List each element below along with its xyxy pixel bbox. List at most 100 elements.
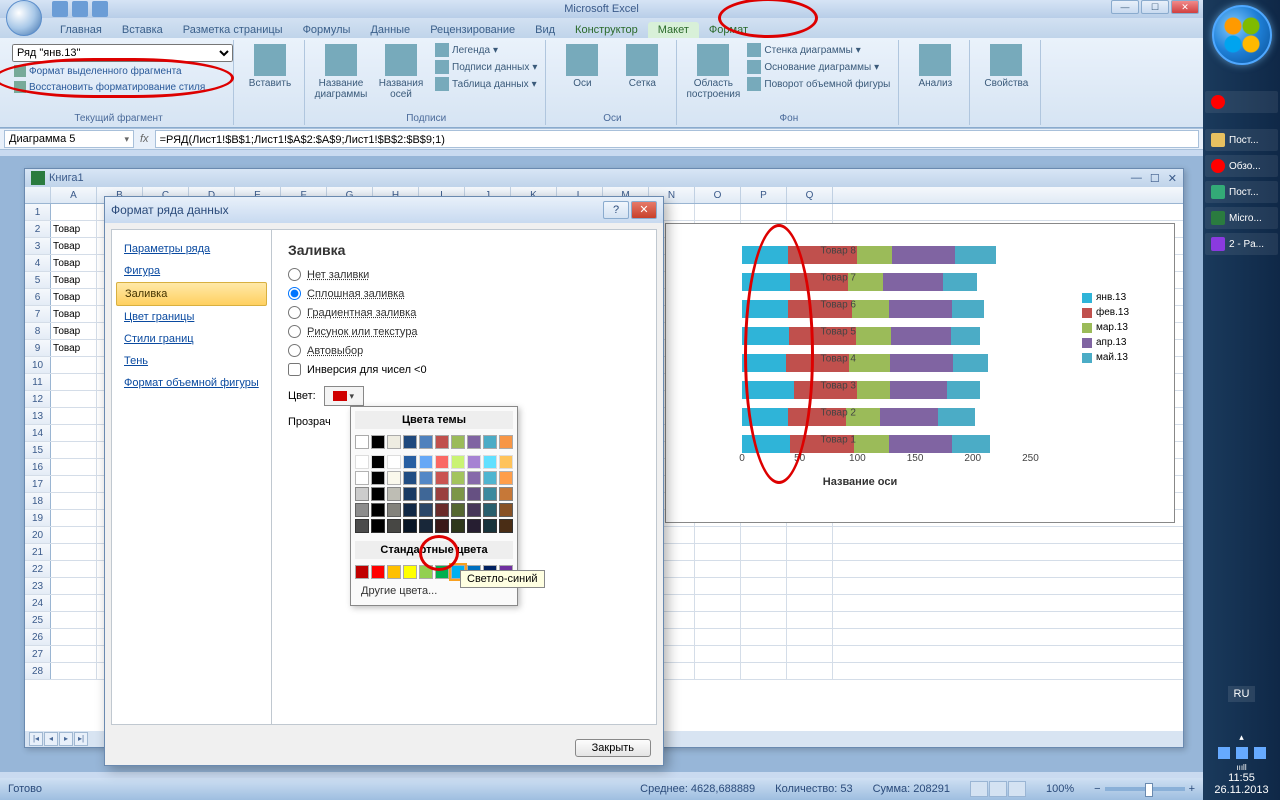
- color-swatch[interactable]: [419, 455, 433, 469]
- tab-insert[interactable]: Вставка: [112, 22, 173, 38]
- color-swatch[interactable]: [387, 471, 401, 485]
- zoom-slider[interactable]: [1105, 787, 1185, 791]
- color-swatch[interactable]: [403, 435, 417, 449]
- color-swatch[interactable]: [387, 519, 401, 533]
- color-swatch[interactable]: [355, 565, 369, 579]
- analysis-button[interactable]: Анализ: [907, 42, 963, 91]
- cell[interactable]: [787, 204, 833, 220]
- column-header[interactable]: A: [51, 187, 97, 203]
- cell[interactable]: Товар: [51, 272, 97, 288]
- bar-segment[interactable]: [857, 246, 892, 264]
- cell[interactable]: [51, 646, 97, 662]
- color-swatch[interactable]: [467, 435, 481, 449]
- tab-chart-layout[interactable]: Макет: [648, 22, 699, 38]
- row-header[interactable]: 10: [25, 357, 51, 373]
- color-swatch[interactable]: [483, 519, 497, 533]
- row-header[interactable]: 23: [25, 578, 51, 594]
- row-header[interactable]: 15: [25, 442, 51, 458]
- color-swatch[interactable]: [435, 487, 449, 501]
- color-swatch[interactable]: [467, 455, 481, 469]
- bar-segment[interactable]: [742, 300, 788, 318]
- cell[interactable]: [51, 391, 97, 407]
- bar-segment[interactable]: [889, 300, 952, 318]
- color-swatch[interactable]: [499, 471, 513, 485]
- bar-segment[interactable]: [856, 327, 891, 345]
- cell[interactable]: [787, 544, 833, 560]
- invert-negative-checkbox[interactable]: [288, 363, 301, 376]
- wb-close-button[interactable]: ✕: [1168, 172, 1177, 185]
- color-swatch[interactable]: [435, 565, 449, 579]
- color-swatch[interactable]: [403, 565, 417, 579]
- cell[interactable]: Товар: [51, 323, 97, 339]
- color-swatch[interactable]: [467, 503, 481, 517]
- cell[interactable]: [741, 595, 787, 611]
- undo-icon[interactable]: [72, 1, 88, 17]
- cell[interactable]: [51, 527, 97, 543]
- bar-segment[interactable]: [947, 381, 979, 399]
- cell[interactable]: [695, 527, 741, 543]
- cell[interactable]: [51, 476, 97, 492]
- maximize-button[interactable]: ☐: [1141, 0, 1169, 14]
- close-button[interactable]: Закрыть: [575, 739, 651, 757]
- cell[interactable]: [787, 578, 833, 594]
- bar[interactable]: [742, 381, 980, 399]
- color-swatch[interactable]: [403, 471, 417, 485]
- cell[interactable]: [51, 408, 97, 424]
- bar-segment[interactable]: [742, 246, 788, 264]
- row-header[interactable]: 4: [25, 255, 51, 271]
- tab-review[interactable]: Рецензирование: [420, 22, 525, 38]
- row-header[interactable]: 6: [25, 289, 51, 305]
- bar-segment[interactable]: [852, 300, 889, 318]
- color-swatch[interactable]: [387, 435, 401, 449]
- color-swatch[interactable]: [371, 455, 385, 469]
- close-button[interactable]: ✕: [1171, 0, 1199, 14]
- cell[interactable]: Товар: [51, 340, 97, 356]
- cell[interactable]: Товар: [51, 255, 97, 271]
- cell[interactable]: [51, 561, 97, 577]
- cell[interactable]: [51, 510, 97, 526]
- row-header[interactable]: 19: [25, 510, 51, 526]
- chart-element-selector[interactable]: Ряд "янв.13": [12, 44, 233, 62]
- bar-segment[interactable]: [943, 273, 978, 291]
- cell[interactable]: [787, 595, 833, 611]
- color-swatch[interactable]: [355, 503, 369, 517]
- color-swatch[interactable]: [371, 503, 385, 517]
- taskbar-item[interactable]: Обзо...: [1205, 155, 1278, 177]
- cell[interactable]: [695, 204, 741, 220]
- color-swatch[interactable]: [371, 565, 385, 579]
- taskbar-item[interactable]: 2 - Pa...: [1205, 233, 1278, 255]
- dialog-nav-item[interactable]: Цвет границы: [116, 306, 267, 328]
- color-swatch[interactable]: [371, 471, 385, 485]
- bar-segment[interactable]: [854, 435, 889, 453]
- row-header[interactable]: 27: [25, 646, 51, 662]
- axis-titles-button[interactable]: Названия осей: [373, 42, 429, 102]
- cell[interactable]: [695, 578, 741, 594]
- row-header[interactable]: 24: [25, 595, 51, 611]
- color-swatch[interactable]: [499, 503, 513, 517]
- bar[interactable]: [742, 354, 988, 372]
- bar-segment[interactable]: [952, 300, 984, 318]
- taskbar-item[interactable]: [1205, 91, 1278, 113]
- bar-segment[interactable]: [742, 381, 794, 399]
- taskbar-item[interactable]: Micro...: [1205, 207, 1278, 229]
- help-button[interactable]: ?: [603, 201, 629, 219]
- bar-segment[interactable]: [892, 246, 955, 264]
- data-table-button[interactable]: Таблица данных ▾: [433, 76, 539, 92]
- color-swatch[interactable]: [499, 519, 513, 533]
- tab-formulas[interactable]: Формулы: [293, 22, 361, 38]
- color-swatch[interactable]: [499, 487, 513, 501]
- plot-area[interactable]: [742, 236, 1042, 456]
- reset-style-button[interactable]: Восстановить форматирование стиля: [12, 80, 233, 94]
- bar[interactable]: [742, 408, 975, 426]
- legend-item[interactable]: апр.13: [1082, 337, 1158, 348]
- cell[interactable]: [741, 544, 787, 560]
- clock-time[interactable]: 11:55: [1207, 772, 1276, 784]
- color-dropdown-button[interactable]: [324, 386, 364, 406]
- color-swatch[interactable]: [387, 503, 401, 517]
- bar-segment[interactable]: [742, 273, 790, 291]
- cell[interactable]: [51, 493, 97, 509]
- row-header[interactable]: 7: [25, 306, 51, 322]
- cell[interactable]: [741, 612, 787, 628]
- color-swatch[interactable]: [499, 455, 513, 469]
- cell[interactable]: Товар: [51, 289, 97, 305]
